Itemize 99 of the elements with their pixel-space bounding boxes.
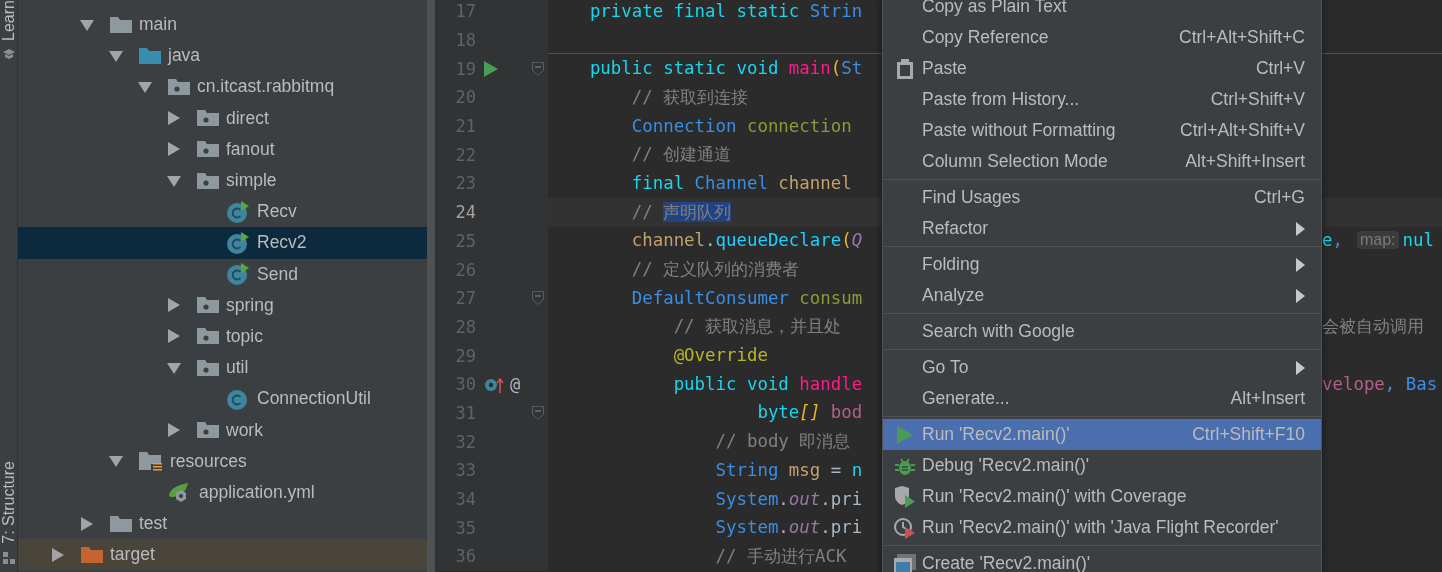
menu-item[interactable]: Analyze [883,280,1321,311]
tree-item[interactable]: target [18,539,427,571]
folder-icon [81,545,103,564]
package-icon [197,140,219,159]
menu-item[interactable]: Paste from History... Ctrl+Shift+V [883,84,1321,115]
window-icon [894,553,916,572]
line-number: 24 [454,202,476,223]
tool-window-tab[interactable]: 7: Structure [0,461,17,544]
clipboard-icon [897,58,913,79]
expand-arrow-icon[interactable] [167,142,181,157]
tree-item[interactable]: fanout [18,133,427,165]
expand-arrow-icon[interactable] [167,360,181,375]
menu-item[interactable]: Run 'Recv2.main()' with 'Java Flight Recorder' [883,512,1321,543]
code-text: System.out.pri [715,488,863,509]
code-text: nul [1402,230,1434,251]
tree-item[interactable]: cn.itcast.rabbitmq [18,71,427,103]
scrollbar[interactable] [427,0,435,572]
expand-arrow-icon[interactable] [167,423,181,438]
package-icon [168,77,190,96]
code-text: // 创建通道 [631,144,732,165]
menu-item[interactable]: Paste without Formatting Ctrl+Alt+Shift+V [883,115,1321,146]
folder-icon [139,46,161,65]
package-icon [197,421,219,440]
tree-item[interactable]: spring [18,289,427,321]
code-text: String msg = n [715,459,863,480]
package-icon [197,358,219,377]
tree-item[interactable]: java [18,40,427,72]
menu-item[interactable]: Column Selection Mode Alt+Shift+Insert [883,146,1321,177]
expand-arrow-icon[interactable] [80,516,94,531]
tree-item[interactable]: work [18,414,427,446]
tree-item[interactable]: util [18,352,427,384]
expand-arrow-icon[interactable] [80,17,94,32]
annotation-mark[interactable]: @ [510,374,521,395]
package-icon [197,109,219,128]
menu-item[interactable]: Go To [883,352,1321,383]
menu-item[interactable]: Run 'Recv2.main()' with Coverage [883,481,1321,512]
clock-run-icon [894,516,916,539]
parameter-hint: map: [1356,231,1399,250]
tree-item[interactable]: topic [18,320,427,353]
tool-window-tab[interactable]: Learn [0,0,17,41]
resources-folder-icon [139,451,163,472]
code-text: // 获取消息，并且处 [673,316,842,337]
run-icon [897,425,913,444]
menu-item[interactable]: Copy as Plain Text [883,0,1321,22]
menu-item[interactable]: Generate... Alt+Insert [883,383,1321,414]
tree-item[interactable]: test [18,508,427,540]
expand-arrow-icon[interactable] [167,111,181,126]
menu-item[interactable]: Search with Google [883,316,1321,347]
code-text: // body 即消息 [715,431,851,452]
override-icon[interactable] [484,375,504,394]
expand-arrow-icon[interactable] [167,329,181,344]
tree-item[interactable]: Recv [18,196,427,228]
folder-icon [110,514,132,533]
code-text: DefaultConsumer consum [631,287,863,308]
package-icon [197,296,219,315]
code-text: // 声明队列 [631,201,732,222]
menu-item[interactable]: Debug 'Recv2.main()' [883,450,1321,481]
code-text: public static void main(St [589,58,863,79]
expand-arrow-icon[interactable] [138,79,152,94]
code-text: final Channel channel [631,172,852,193]
tree-item[interactable]: Recv2 [18,227,427,259]
code-text: // 定义队列的消费者 [631,259,800,280]
code-text: byte[] bod [757,402,863,423]
tree-item[interactable]: resources [18,445,427,477]
menu-item[interactable]: Find Usages Ctrl+G [883,182,1321,213]
expand-arrow-icon[interactable] [109,48,123,63]
tree-item[interactable]: simple [18,164,427,197]
menu-item[interactable]: Create 'Recv2.main()' [883,548,1321,572]
expand-arrow-icon[interactable] [109,454,123,469]
code-text: e, [1322,230,1343,251]
graduation-cap-icon [2,48,15,59]
menu-item[interactable]: Paste Ctrl+V [883,53,1321,84]
tree-item[interactable]: Send [18,258,427,290]
code-text: public void handle [673,373,863,394]
tree-item[interactable]: main [18,9,427,41]
code-text: channel.queueDeclare(Q [631,230,863,251]
shield-run-icon [894,485,916,508]
tree-item[interactable]: direct [18,102,427,134]
code-text: Connection connection [631,115,852,136]
code-text: System.out.pri [715,517,863,538]
run-icon[interactable] [484,60,498,77]
package-icon [197,171,219,190]
expand-arrow-icon[interactable] [167,173,181,188]
menu-item[interactable]: Copy Reference Ctrl+Alt+Shift+C [883,22,1321,53]
code-text: velope, Bas [1322,373,1438,394]
code-text: // 手动进行ACK [715,545,847,566]
code-text: 会被自动调用 [1322,315,1424,339]
expand-arrow-icon[interactable] [167,298,181,313]
tree-item[interactable]: ConnectionUtil [18,383,427,415]
tree-item[interactable]: application.yml [18,476,427,508]
menu-item[interactable]: Folding [883,249,1321,280]
code-text: // 获取到连接 [631,86,749,107]
expand-arrow-icon[interactable] [51,547,65,562]
package-icon [197,327,219,346]
code-text: private final static Strin [589,0,863,21]
code-text: @Override [673,345,768,366]
structure-icon [2,552,15,564]
menu-item[interactable]: Refactor [883,213,1321,244]
folder-icon [110,15,132,34]
